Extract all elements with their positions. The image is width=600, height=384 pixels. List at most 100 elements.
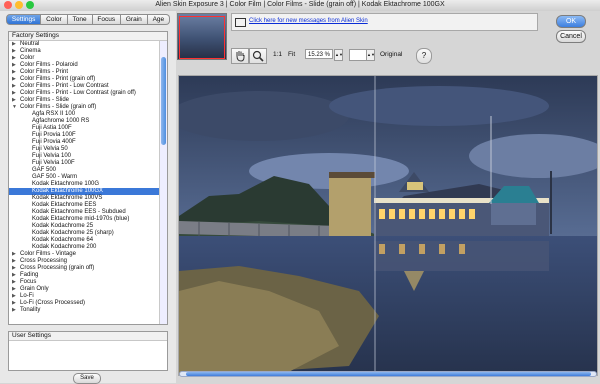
preset-item[interactable]: Fuji Provia 100F bbox=[9, 132, 167, 139]
actual-size-button[interactable]: 1:1 bbox=[273, 51, 282, 58]
preset-item[interactable]: ▶ Tonality bbox=[9, 307, 167, 314]
preset-item[interactable]: Kodak Kodachrome 25 bbox=[9, 223, 167, 230]
right-panel: Click here for new messages from Alien S… bbox=[176, 11, 600, 383]
disclosure-right-icon[interactable]: ▶ bbox=[12, 69, 20, 76]
disclosure-down-icon[interactable]: ▼ bbox=[12, 104, 20, 111]
disclosure-right-icon[interactable]: ▶ bbox=[12, 258, 20, 265]
preset-item[interactable]: Kodak Kodachrome 200 bbox=[9, 244, 167, 251]
disclosure-right-icon[interactable]: ▶ bbox=[12, 279, 20, 286]
preset-item[interactable]: ▼ Color Films - Slide (grain off) bbox=[9, 104, 167, 111]
preset-item-label: Kodak Ektachrome 100G bbox=[32, 181, 100, 187]
ok-button[interactable]: OK bbox=[556, 15, 586, 28]
disclosure-right-icon[interactable]: ▶ bbox=[12, 90, 20, 97]
preset-item[interactable]: Kodak Ektachrome EES bbox=[9, 202, 167, 209]
preset-item[interactable]: ▶ Neutral bbox=[9, 41, 167, 48]
preview-scrollbar[interactable] bbox=[179, 371, 597, 377]
preset-item[interactable]: Fuji Velvia 100 bbox=[9, 153, 167, 160]
disclosure-right-icon[interactable]: ▶ bbox=[12, 48, 20, 55]
preset-item[interactable]: ▶ Focus bbox=[9, 279, 167, 286]
fit-button[interactable]: Fit bbox=[288, 51, 295, 58]
disclosure-right-icon[interactable]: ▶ bbox=[12, 62, 20, 69]
navigator-thumbnail[interactable] bbox=[177, 13, 227, 60]
preset-item[interactable]: Kodak Ektachrome mid-1970s (blue) bbox=[9, 216, 167, 223]
tab-color[interactable]: Color bbox=[41, 14, 68, 25]
preset-item-label: Kodak Kodachrome 25 bbox=[32, 223, 94, 229]
preset-item-label: Kodak Ektachrome EES bbox=[32, 202, 97, 208]
preset-item[interactable]: ▶ Color Films - Slide bbox=[9, 97, 167, 104]
disclosure-right-icon[interactable]: ▶ bbox=[12, 265, 20, 272]
disclosure-right-icon[interactable]: ▶ bbox=[12, 293, 20, 300]
preset-item[interactable]: ▶ Color bbox=[9, 55, 167, 62]
preset-item-label: Fuji Velvia 100F bbox=[32, 160, 75, 166]
zoom-input[interactable]: 15.23 % bbox=[305, 49, 333, 59]
preset-item[interactable]: Kodak Kodachrome 64 bbox=[9, 237, 167, 244]
tab-grain[interactable]: Grain bbox=[120, 14, 148, 25]
disclosure-right-icon[interactable]: ▶ bbox=[12, 307, 20, 314]
preset-item[interactable]: ▶ Color Films - Polaroid bbox=[9, 62, 167, 69]
zoom-tool-icon[interactable] bbox=[249, 48, 267, 64]
navigator-view-rectangle[interactable] bbox=[179, 16, 225, 59]
cancel-button[interactable]: Cancel bbox=[556, 30, 586, 43]
save-button[interactable]: Save bbox=[73, 373, 101, 384]
preview-scroll-thumb[interactable] bbox=[186, 372, 591, 376]
tab-bar: Settings Color Tone Focus Grain Age bbox=[6, 14, 171, 25]
preset-item-label: Kodak Ektachrome EES - Subdued bbox=[32, 209, 126, 215]
preset-item[interactable]: ▶ Color Films - Print (grain off) bbox=[9, 76, 167, 83]
tab-focus[interactable]: Focus bbox=[92, 14, 121, 25]
mail-icon bbox=[235, 18, 246, 27]
disclosure-right-icon[interactable]: ▶ bbox=[12, 286, 20, 293]
preset-item[interactable]: ▶ Cinema bbox=[9, 48, 167, 55]
preset-item[interactable]: Kodak Kodachrome 25 (sharp) bbox=[9, 230, 167, 237]
preset-item[interactable]: ▶ Lo-Fi bbox=[9, 293, 167, 300]
preset-item-label: Color Films - Vintage bbox=[20, 251, 76, 257]
preset-item[interactable]: Agfa RSX II 100 bbox=[9, 111, 167, 118]
preset-item[interactable]: ▶ Cross Processing bbox=[9, 258, 167, 265]
preset-item[interactable]: Fuji Provia 400F bbox=[9, 139, 167, 146]
disclosure-right-icon[interactable]: ▶ bbox=[12, 251, 20, 258]
preset-item[interactable]: ▶ Color Films - Print bbox=[9, 69, 167, 76]
disclosure-right-icon[interactable]: ▶ bbox=[12, 300, 20, 307]
preset-scroll-thumb[interactable] bbox=[161, 57, 166, 145]
preset-item[interactable]: ▶ Cross Processing (grain off) bbox=[9, 265, 167, 272]
messages-link[interactable]: Click here for new messages from Alien S… bbox=[249, 18, 368, 24]
disclosure-right-icon[interactable]: ▶ bbox=[12, 83, 20, 90]
disclosure-right-icon[interactable]: ▶ bbox=[12, 97, 20, 104]
disclosure-right-icon[interactable]: ▶ bbox=[12, 76, 20, 83]
tab-settings[interactable]: Settings bbox=[6, 14, 42, 25]
preset-item-label: Tonality bbox=[20, 307, 41, 313]
image-preview[interactable] bbox=[178, 75, 598, 376]
preset-item[interactable]: ▶ Color Films - Vintage bbox=[9, 251, 167, 258]
zoom-stepper[interactable]: ▲▼ bbox=[334, 49, 343, 61]
preset-item[interactable]: Kodak Ektachrome 100VS bbox=[9, 195, 167, 202]
help-button[interactable]: ? bbox=[416, 48, 432, 64]
preset-item[interactable]: Fuji Velvia 100F bbox=[9, 160, 167, 167]
disclosure-right-icon[interactable]: ▶ bbox=[12, 41, 20, 48]
preset-item[interactable]: Kodak Ektachrome EES - Subdued bbox=[9, 209, 167, 216]
tab-age[interactable]: Age bbox=[147, 14, 171, 25]
tab-tone[interactable]: Tone bbox=[67, 14, 93, 25]
preset-item-label: GAF 500 bbox=[32, 167, 57, 173]
preset-item-label: Cinema bbox=[20, 48, 41, 54]
preset-item[interactable]: Agfachrome 1000 RS bbox=[9, 118, 167, 125]
preset-item[interactable]: ▶ Color Films - Print - Low Contrast (gra… bbox=[9, 90, 167, 97]
user-settings-panel[interactable]: User Settings bbox=[8, 331, 168, 371]
preset-scrollbar[interactable] bbox=[159, 41, 167, 324]
preset-item[interactable]: ▶ Grain Only bbox=[9, 286, 167, 293]
preset-item[interactable]: ▶ Lo-Fi (Cross Processed) bbox=[9, 300, 167, 307]
preset-item[interactable]: GAF 500 bbox=[9, 167, 167, 174]
preset-item-label: Color Films - Print - Low Contrast bbox=[20, 83, 109, 89]
preset-item[interactable]: GAF 500 - Warm bbox=[9, 174, 167, 181]
split-view-selector[interactable] bbox=[349, 49, 367, 61]
disclosure-right-icon[interactable]: ▶ bbox=[12, 55, 20, 62]
hand-tool-icon[interactable] bbox=[231, 48, 249, 64]
preset-item[interactable]: Kodak Ektachrome 100G bbox=[9, 181, 167, 188]
preset-item[interactable]: Kodak Ektachrome 100GX bbox=[9, 188, 167, 195]
preset-item[interactable]: ▶ Fading bbox=[9, 272, 167, 279]
original-button[interactable]: Original bbox=[380, 51, 402, 58]
preset-item[interactable]: Fuji Velvia 50 bbox=[9, 146, 167, 153]
disclosure-right-icon[interactable]: ▶ bbox=[12, 272, 20, 279]
preset-item[interactable]: Fuji Astia 100F bbox=[9, 125, 167, 132]
split-view-stepper[interactable]: ▲▼ bbox=[366, 49, 375, 61]
preset-item[interactable]: ▶ Color Films - Print - Low Contrast bbox=[9, 83, 167, 90]
preset-list[interactable]: Factory Settings ▶ Neutral ▶ Cinema ▶ Color ▶ C… bbox=[8, 31, 168, 325]
